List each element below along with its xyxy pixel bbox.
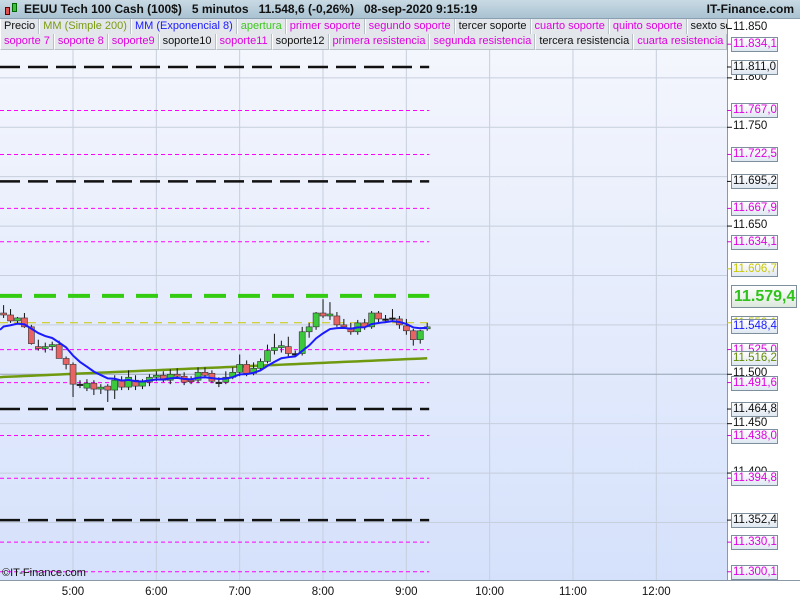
legend-item[interactable]: MM (Exponencial 8) [130, 19, 237, 35]
level-price-label: 11.438,0 [731, 428, 778, 444]
candle [389, 317, 396, 320]
candle [312, 312, 320, 328]
candle [236, 364, 243, 373]
level-price-label: 11.695,2 [731, 174, 778, 190]
legend-item[interactable]: soporte11 [215, 34, 272, 50]
time-tick-label: 9:00 [395, 586, 418, 598]
candle [97, 386, 105, 390]
time-tick-label: 10:00 [475, 586, 505, 598]
plot-background [0, 50, 727, 580]
open-price-label: 11.579,4 [731, 284, 797, 308]
candle [409, 330, 417, 340]
legend-row-2: soporte 7 soporte 8 soporte9 soporte10 sopor… [0, 34, 727, 50]
candle [104, 385, 112, 391]
candle [382, 318, 389, 321]
level-price-label: 11.834,1 [731, 37, 778, 53]
candle [375, 312, 382, 320]
legend-item[interactable]: cuarto soporte [530, 19, 609, 35]
time-tick-label: 11:00 [559, 586, 587, 598]
time-tick-label: 5:00 [61, 586, 85, 598]
candle [319, 312, 327, 317]
candle [201, 371, 209, 376]
legend-item[interactable]: tercera resistencia [535, 34, 634, 50]
candle [264, 350, 271, 362]
legend-item[interactable]: cuarta resistencia [633, 34, 727, 50]
level-price-label: 11.352,4 [731, 513, 778, 529]
candle [243, 364, 250, 374]
candle [403, 325, 410, 332]
level-price-label: 11.464,8 [731, 402, 778, 418]
level-price-label: 11.634,1 [731, 234, 778, 250]
ema-price-label: 11.548,4 [731, 319, 778, 335]
candle [41, 346, 49, 349]
level-price-label: 11.767,0 [731, 103, 778, 119]
watermark: ©IT-Finance.com [2, 567, 86, 579]
time-tick-label: 6:00 [145, 586, 168, 598]
time-tick-label: 12:00 [641, 586, 671, 598]
legend-row-1: Precio MM (Simple 200) MM (Exponencial 8) a… [0, 19, 727, 35]
candle [14, 317, 21, 322]
legend-item[interactable]: sexto soporte [686, 19, 727, 35]
legend-item[interactable]: soporte 7 [0, 34, 54, 50]
legend-item[interactable]: soporte10 [158, 34, 216, 50]
legend-item[interactable]: primera resistencia [328, 34, 430, 50]
candle [416, 330, 424, 340]
candle [55, 344, 63, 359]
candle [326, 313, 334, 317]
level-price-label: 11.300,1 [731, 564, 778, 580]
candle [153, 374, 160, 378]
legend-item[interactable]: primer soporte [285, 19, 365, 35]
candle [62, 358, 70, 365]
level-price-label: 11.722,5 [731, 147, 778, 163]
candle [0, 312, 7, 316]
candle [305, 326, 313, 333]
legend-item[interactable]: soporte12 [271, 34, 329, 50]
legend-item[interactable]: MM (Simple 200) [39, 19, 131, 35]
sma-price-label: 11.516,2 [731, 351, 778, 367]
candle [48, 344, 56, 347]
level-price-label: 11.811,0 [731, 60, 778, 75]
legend-item[interactable]: quinto soporte [608, 19, 687, 35]
legend-item[interactable]: soporte9 [107, 34, 159, 50]
candle [83, 382, 91, 389]
level-price-label: 11.667,9 [731, 201, 778, 217]
candle [173, 373, 181, 377]
level-price-label: 11.394,8 [731, 471, 778, 487]
candle [139, 381, 146, 387]
candle [215, 381, 223, 384]
level-price-label: 11.330,1 [731, 535, 778, 551]
legend-item[interactable]: soporte 8 [53, 34, 108, 50]
candle [69, 364, 77, 385]
candle [285, 346, 292, 354]
candle [76, 383, 84, 386]
candle [7, 314, 14, 322]
candle [35, 346, 42, 349]
candle [111, 379, 119, 391]
time-tick-label: 8:00 [311, 586, 335, 598]
candle [90, 382, 98, 390]
price-tick-label: 11.750 [733, 120, 768, 133]
candle [125, 376, 132, 388]
legend-item[interactable]: segunda resistencia [429, 34, 536, 50]
price-tick-label: 11.650 [733, 219, 768, 232]
candle [340, 324, 348, 328]
legend-item[interactable]: Precio [0, 19, 40, 35]
candle [278, 345, 285, 348]
candle [257, 361, 264, 369]
time-tick-label: 7:00 [228, 586, 251, 598]
candle [187, 379, 195, 382]
price-chart[interactable] [0, 0, 800, 600]
price-tick-label: 11.850 [733, 21, 768, 34]
legend-item[interactable]: segundo soporte [364, 19, 455, 35]
level-price-label: 11.606,7 [731, 261, 778, 277]
candle [271, 347, 278, 351]
candle [333, 315, 341, 326]
legend-item[interactable]: apertura [236, 19, 286, 35]
legend-item[interactable]: tercer soporte [454, 19, 531, 35]
level-price-label: 11.491,6 [731, 375, 778, 391]
price-tick-label: 11.450 [733, 416, 768, 429]
